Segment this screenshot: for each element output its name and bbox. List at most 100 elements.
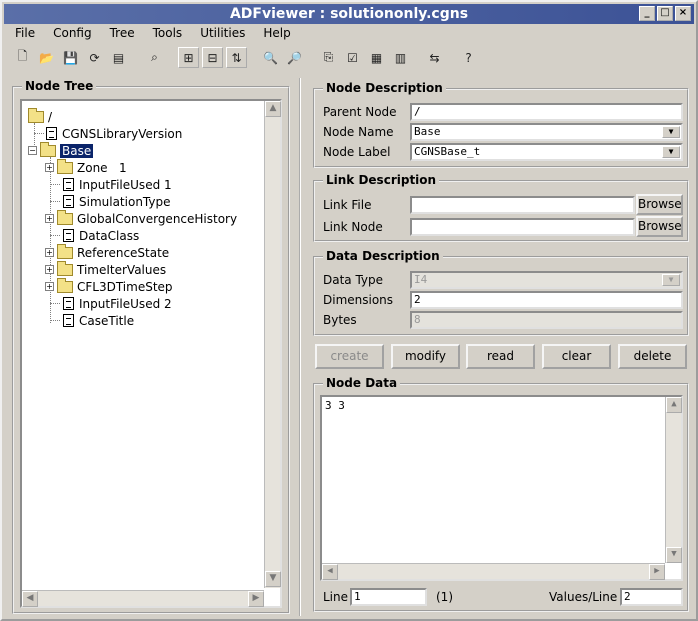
document-icon [63,297,74,310]
tree-node-casetitle[interactable]: CaseTitle [63,312,134,329]
scroll-right-icon[interactable]: ▶ [649,564,665,580]
new-file-icon[interactable]: 🗋 [12,47,33,68]
scroll-up-icon[interactable]: ▲ [666,397,682,413]
close-button[interactable]: × [675,6,691,21]
tree-collapse-icon[interactable]: ⊟ [202,47,223,68]
node-description-title: Node Description [323,81,446,95]
dropdown-arrow-icon[interactable]: ▼ [662,146,680,158]
tree-node-timeitervalues[interactable]: + TimeIterValues [45,260,166,278]
clear-button[interactable]: clear [542,344,611,369]
expand-icon[interactable]: + [45,163,54,172]
tree-expand-icon[interactable]: ⊞ [178,47,199,68]
folder-icon [57,260,73,276]
tree-node-simulationtype[interactable]: SimulationType [63,193,170,210]
menu-utilities[interactable]: Utilities [191,24,254,42]
expand-icon[interactable]: + [45,282,54,291]
save-icon[interactable]: 💾 [60,47,81,68]
scroll-down-icon[interactable]: ▼ [666,547,682,563]
grid-icon[interactable]: ▦ [366,47,387,68]
tree-node-zone-1[interactable]: + Zone 1 [45,158,127,176]
values-per-line-field[interactable]: 2 [620,588,683,606]
dropdown-arrow-icon[interactable]: ▼ [662,274,680,286]
document-icon [46,127,57,140]
tree-levels-icon[interactable]: ⇅ [226,47,247,68]
link-icon[interactable]: ⇆ [424,47,445,68]
find-icon[interactable]: 🔍 [260,47,281,68]
line-field[interactable]: 1 [350,588,427,606]
tree-node-cgnslibraryversion[interactable]: CGNSLibraryVersion [46,125,182,142]
link-file-field[interactable] [410,196,635,214]
properties-icon[interactable]: ▤ [108,47,129,68]
open-folder-icon[interactable]: 📂 [36,47,57,68]
data-vertical-scrollbar[interactable]: ▲ ▼ [665,397,682,563]
folder-icon [28,107,44,123]
menu-tree[interactable]: Tree [101,24,144,42]
expand-icon[interactable]: + [45,248,54,257]
tree-node-root[interactable]: / [28,107,52,125]
tree-node-dataclass[interactable]: DataClass [63,227,139,244]
scroll-right-icon[interactable]: ▶ [248,591,264,607]
node-tree-view[interactable]: / CGNSLibraryVersion − Base + Zone 1 Inp… [20,99,282,608]
menu-config[interactable]: Config [44,24,101,42]
title-bar[interactable]: ADFviewer : solutiononly.cgns _ □ × [4,4,694,24]
scroll-down-icon[interactable]: ▼ [265,571,281,587]
tree-horizontal-scrollbar[interactable]: ◀ ▶ [22,590,264,607]
help-icon[interactable]: ? [458,47,479,68]
scroll-left-icon[interactable]: ◀ [322,564,338,580]
maximize-button[interactable]: □ [657,6,673,21]
scroll-left-icon[interactable]: ◀ [22,591,38,607]
bytes-label: Bytes [323,313,357,327]
find-next-icon[interactable]: 🔎 [284,47,305,68]
tree-node-inputfileused-1[interactable]: InputFileUsed 1 [63,176,172,193]
read-button[interactable]: read [466,344,535,369]
modify-button[interactable]: modify [391,344,460,369]
node-label-field[interactable]: CGNSBase_t ▼ [410,143,683,161]
node-data-textarea[interactable]: 3 3 ▲ ▼ ◀ ▶ [320,395,683,581]
node-data-title: Node Data [323,376,401,390]
tree-vertical-scrollbar[interactable]: ▲ ▼ [264,101,281,588]
folder-icon [57,243,73,259]
values-per-line-label: Values/Line [549,590,618,604]
list-icon[interactable]: ▥ [390,47,411,68]
menu-tools[interactable]: Tools [144,24,192,42]
expand-icon[interactable]: + [45,214,54,223]
data-horizontal-scrollbar[interactable]: ◀ ▶ [322,563,665,580]
menu-file[interactable]: File [6,24,44,42]
pane-splitter[interactable] [299,78,303,616]
menu-bar: File Config Tree Tools Utilities Help [6,24,300,42]
tree-node-globalconvergencehistory[interactable]: + GlobalConvergenceHistory [45,209,237,227]
copy-icon[interactable]: ⎘ [318,47,339,68]
node-name-label: Node Name [323,125,394,139]
folder-icon [57,209,73,225]
dimensions-field[interactable]: 2 [410,291,683,309]
node-name-field[interactable]: Base ▼ [410,123,683,141]
scroll-up-icon[interactable]: ▲ [265,101,281,117]
create-button[interactable]: create [315,344,384,369]
check-icon[interactable]: ☑ [342,47,363,68]
menu-help[interactable]: Help [254,24,299,42]
line-label: Line [323,590,349,604]
document-icon [63,229,74,242]
document-icon [63,195,74,208]
link-node-field[interactable] [410,218,635,236]
minimize-button[interactable]: _ [639,6,655,21]
refresh-icon[interactable]: ⟳ [84,47,105,68]
delete-button[interactable]: delete [618,344,687,369]
search-node-icon[interactable]: ⌕ [144,47,165,68]
window-title: ADFviewer : solutiononly.cgns [229,6,469,22]
node-tree-title: Node Tree [22,79,97,93]
data-type-label: Data Type [323,273,384,287]
line-count: (1) [436,590,453,604]
tree-node-referencestate[interactable]: + ReferenceState [45,243,169,261]
browse-link-file-button[interactable]: Browse [636,194,683,215]
parent-node-field[interactable]: / [410,103,683,121]
expand-icon[interactable]: + [45,265,54,274]
tree-node-inputfileused-2[interactable]: InputFileUsed 2 [63,295,172,312]
tree-node-base[interactable]: − Base [28,141,94,159]
data-type-field[interactable]: I4 ▼ [410,271,683,289]
tree-node-cfl3dtimestep[interactable]: + CFL3DTimeStep [45,277,173,295]
parent-node-label: Parent Node [323,105,397,119]
collapse-icon[interactable]: − [28,146,37,155]
browse-link-node-button[interactable]: Browse [636,216,683,237]
dropdown-arrow-icon[interactable]: ▼ [662,126,680,138]
